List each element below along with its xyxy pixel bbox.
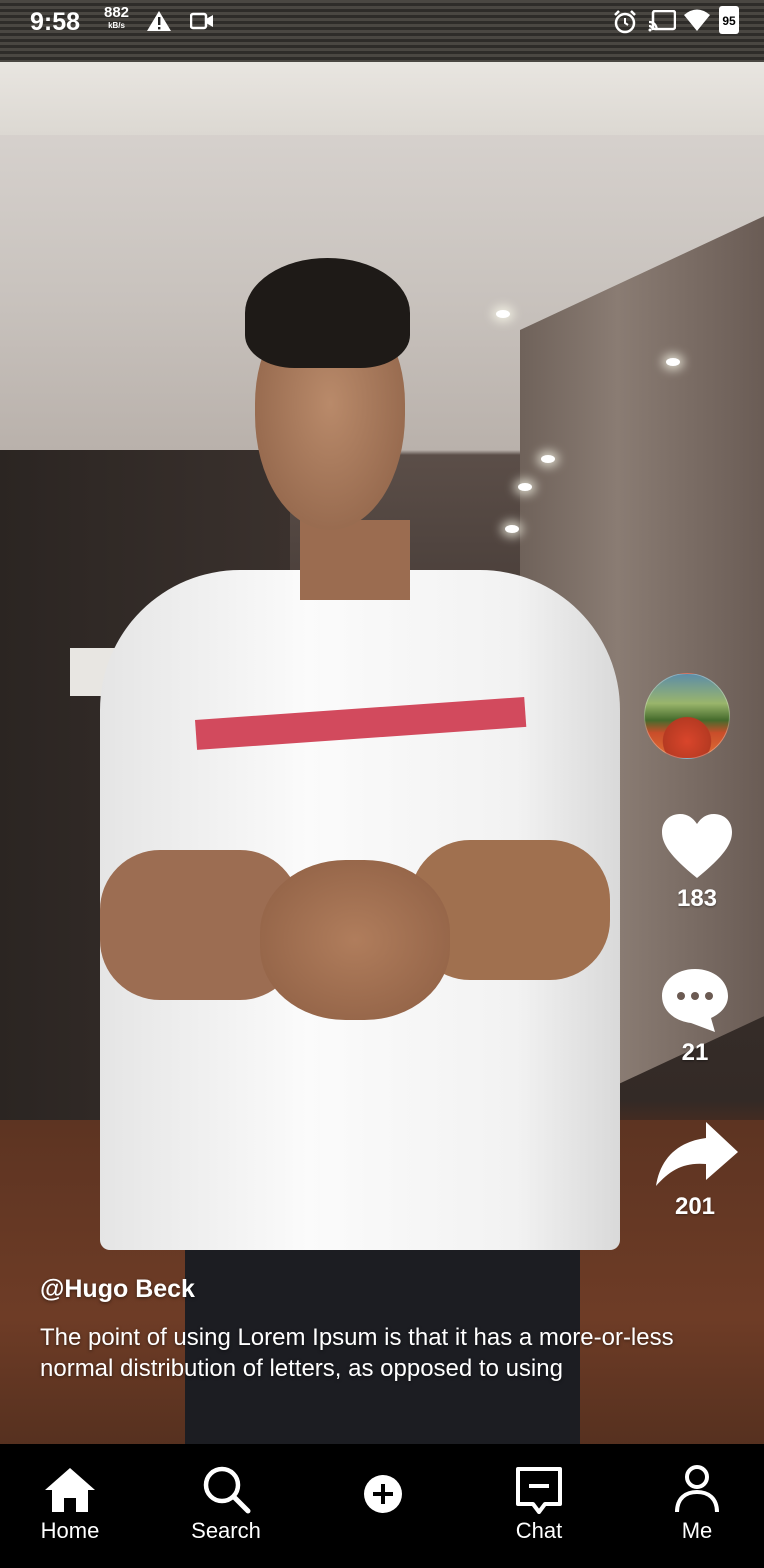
nav-item-home[interactable]: Home	[10, 1456, 130, 1544]
nav-item-search[interactable]: Search	[166, 1456, 286, 1544]
ceiling-light	[541, 455, 555, 463]
chat-icon	[479, 1456, 599, 1514]
warning-icon	[146, 10, 172, 37]
creator-avatar[interactable]	[644, 673, 730, 759]
ceiling-light	[666, 358, 680, 366]
heart-icon	[660, 814, 734, 884]
person-neck	[300, 520, 410, 600]
nav-label-chat: Chat	[515, 1518, 563, 1543]
comment-icon	[659, 969, 731, 1038]
person-icon	[637, 1456, 757, 1514]
like-count: 183	[676, 885, 718, 912]
net-speed: 882 kB/s	[104, 5, 129, 32]
video-caption: @Hugo Beck The point of using Lorem Ipsu…	[40, 1275, 720, 1384]
comment-count: 21	[681, 1039, 709, 1066]
nav-item-me[interactable]: Me	[637, 1456, 757, 1544]
share-icon	[650, 1122, 740, 1192]
person-hair	[245, 258, 410, 368]
battery-icon: 95	[719, 6, 739, 34]
cast-icon	[648, 9, 677, 37]
comment-button[interactable]: 21	[645, 966, 745, 1067]
search-icon	[166, 1456, 286, 1514]
scene-ceiling	[0, 60, 764, 135]
person-hands	[260, 860, 450, 1020]
status-bar: 9:58 882 kB/s 95	[0, 0, 764, 45]
ceiling-light	[505, 525, 519, 533]
nav-label-home: Home	[40, 1518, 100, 1543]
home-icon	[10, 1456, 130, 1514]
nav-item-chat[interactable]: Chat	[479, 1456, 599, 1544]
wifi-icon	[683, 8, 711, 37]
ceiling-light	[518, 483, 532, 491]
share-count: 201	[674, 1193, 716, 1220]
video-record-icon	[189, 12, 214, 35]
author-username[interactable]: @Hugo Beck	[40, 1275, 720, 1304]
like-button[interactable]: 183	[647, 812, 747, 913]
video-description: The point of using Lorem Ipsum is that i…	[40, 1324, 674, 1382]
nav-label-me: Me	[681, 1518, 713, 1543]
status-time: 9:58	[30, 8, 81, 36]
alarm-icon	[612, 9, 638, 40]
video-feed-screen: 9:58 882 kB/s 95 183 21 201 @Hugo Beck T…	[0, 0, 764, 1568]
share-button[interactable]: 201	[645, 1120, 745, 1221]
ceiling-light	[496, 310, 510, 318]
nav-label-search: Search	[191, 1518, 261, 1543]
bottom-nav: Home Search Chat Me	[0, 1444, 764, 1568]
add-icon	[323, 1456, 443, 1514]
nav-item-add[interactable]	[323, 1456, 443, 1518]
